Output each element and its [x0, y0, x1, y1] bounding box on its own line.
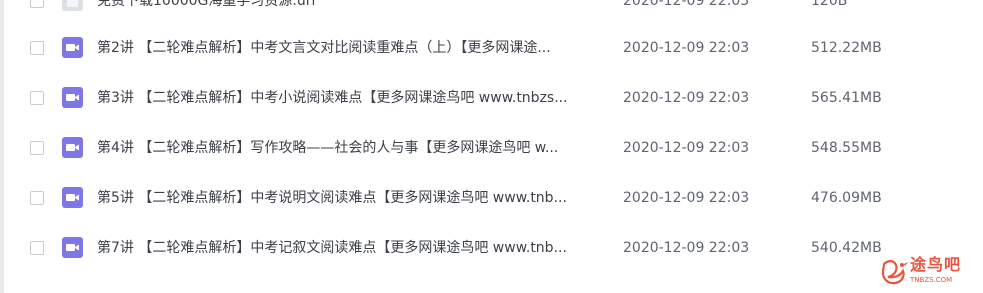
file-row[interactable]: 第3讲 【二轮难点解析】中考小说阅读难点【更多网课途鸟吧 www.tnbzs..… — [0, 75, 983, 125]
row-checkbox[interactable] — [30, 191, 44, 205]
row-checkbox[interactable] — [30, 91, 44, 105]
file-row[interactable]: 第4讲 【二轮难点解析】写作攻略——社会的人与事【更多网课途鸟吧 w... 20… — [0, 125, 983, 175]
watermark: 途鸟吧 TNBZS.COM — [880, 254, 980, 290]
file-name[interactable]: 第7讲 【二轮难点解析】中考记叙文阅读难点【更多网课途鸟吧 www.tnb... — [97, 239, 607, 257]
file-date: 2020-12-09 22:03 — [623, 190, 750, 206]
row-checkbox[interactable] — [30, 141, 44, 155]
row-checkbox[interactable] — [30, 41, 44, 55]
file-size: 540.42MB — [811, 240, 882, 256]
video-file-icon — [62, 137, 83, 158]
file-row[interactable]: 第5讲 【二轮难点解析】中考说明文阅读难点【更多网课途鸟吧 www.tnb...… — [0, 175, 983, 225]
file-size: 120B — [811, 0, 848, 9]
file-name[interactable]: 免费下载10000G海量学习资源.url — [97, 0, 607, 10]
file-size: 565.41MB — [811, 90, 882, 106]
file-date: 2020-12-09 22:03 — [623, 240, 750, 256]
file-date: 2020-12-09 22:03 — [623, 0, 750, 9]
bird-logo-icon — [880, 256, 910, 286]
file-date: 2020-12-09 22:03 — [623, 40, 750, 56]
watermark-title: 途鸟吧 — [910, 255, 962, 274]
video-file-icon — [62, 87, 83, 108]
watermark-subtitle: TNBZS.COM — [910, 276, 953, 284]
file-size: 548.55MB — [811, 140, 882, 156]
file-row[interactable]: 第7讲 【二轮难点解析】中考记叙文阅读难点【更多网课途鸟吧 www.tnb...… — [0, 225, 983, 275]
file-list: 免费下载10000G海量学习资源.url 2020-12-09 22:03 12… — [0, 0, 983, 293]
file-name[interactable]: 第5讲 【二轮难点解析】中考说明文阅读难点【更多网课途鸟吧 www.tnb... — [97, 189, 607, 207]
file-row[interactable]: 免费下载10000G海量学习资源.url 2020-12-09 22:03 12… — [0, 0, 983, 28]
file-size: 476.09MB — [811, 190, 882, 206]
file-name[interactable]: 第4讲 【二轮难点解析】写作攻略——社会的人与事【更多网课途鸟吧 w... — [97, 139, 607, 157]
video-file-icon — [62, 37, 83, 58]
file-date: 2020-12-09 22:03 — [623, 140, 750, 156]
file-name[interactable]: 第3讲 【二轮难点解析】中考小说阅读难点【更多网课途鸟吧 www.tnbzs..… — [97, 89, 607, 107]
video-file-icon — [62, 237, 83, 258]
file-row[interactable]: 第2讲 【二轮难点解析】中考文言文对比阅读重难点（上）【更多网课途... 202… — [0, 25, 983, 75]
file-date: 2020-12-09 22:03 — [623, 90, 750, 106]
file-size: 512.22MB — [811, 40, 882, 56]
document-icon — [62, 0, 83, 11]
row-checkbox[interactable] — [30, 0, 44, 8]
row-checkbox[interactable] — [30, 241, 44, 255]
file-name[interactable]: 第2讲 【二轮难点解析】中考文言文对比阅读重难点（上）【更多网课途... — [97, 39, 607, 57]
video-file-icon — [62, 187, 83, 208]
